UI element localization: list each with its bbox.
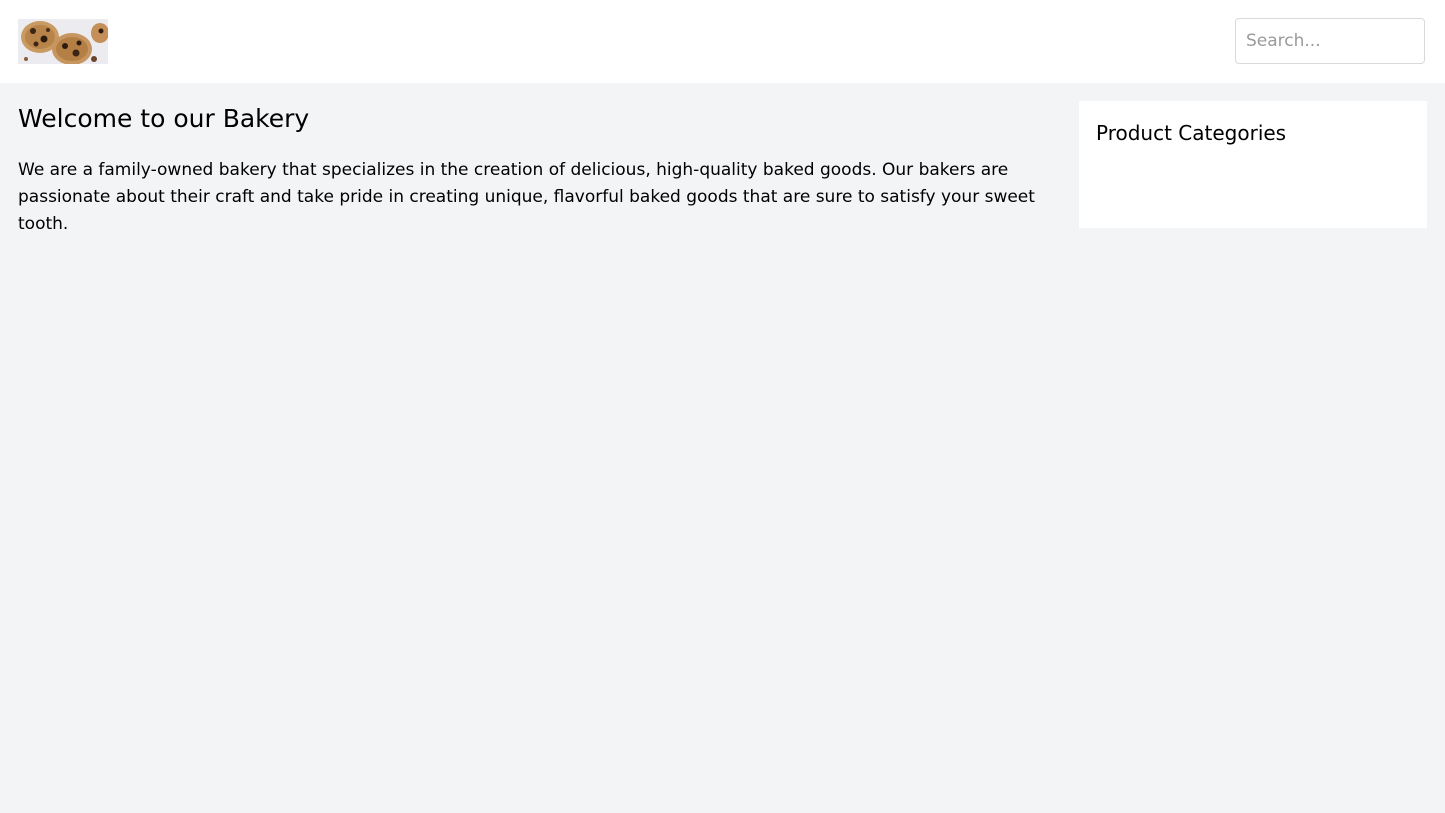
- page-title: Welcome to our Bakery: [18, 104, 310, 133]
- sidebar-title: Product Categories: [1096, 121, 1287, 145]
- cookies-icon: [18, 19, 108, 64]
- search-input[interactable]: [1235, 18, 1425, 64]
- intro-paragraph: We are a family-owned bakery that specia…: [18, 160, 1035, 234]
- site-header: [0, 0, 1445, 83]
- product-categories-panel: Product Categories: [1079, 101, 1427, 228]
- main-content: Welcome to our Bakery We are a family-ow…: [18, 83, 1048, 238]
- logo-image[interactable]: [18, 19, 108, 64]
